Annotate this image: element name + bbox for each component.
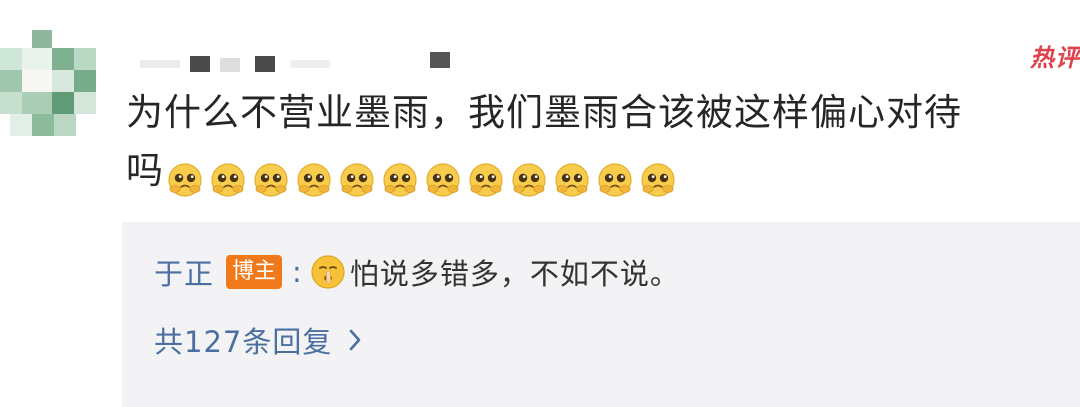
pleading-face-icon — [424, 161, 462, 199]
pleading-face-icon — [381, 161, 419, 199]
pleading-face-icon — [467, 161, 505, 199]
pleading-face-icon — [166, 161, 204, 199]
comment-text-line: 为什么不营业墨雨，我们墨雨合该被这样偏心对待 — [126, 91, 962, 134]
blogger-badge: 博主 — [226, 255, 283, 289]
chevron-right-icon — [348, 328, 362, 352]
reply-row: 于正 博主 : 怕说多错多，不如不说。 — [154, 252, 680, 292]
comment-text-tail: 吗 — [126, 149, 164, 192]
pleading-face-icon — [596, 161, 634, 199]
view-replies-link[interactable]: 共127条回复 — [154, 320, 362, 360]
reply-author[interactable]: 于正 — [154, 251, 214, 293]
pleading-face-icon — [510, 161, 548, 199]
username-mosaic — [120, 52, 460, 74]
pleading-face-icon — [252, 161, 290, 199]
avatar[interactable] — [0, 30, 100, 142]
reply-panel: 于正 博主 : 怕说多错多，不如不说。 共127条回复 — [122, 222, 1080, 407]
reply-colon: : — [292, 255, 302, 289]
hot-comment-label: 热评 — [1030, 44, 1080, 72]
pleading-face-icon — [338, 161, 376, 199]
pleading-face-icon — [209, 161, 247, 199]
pleading-face-icon — [295, 161, 333, 199]
pleading-face-icon — [639, 161, 677, 199]
reply-text: 怕说多错多，不如不说。 — [349, 257, 680, 291]
emoji-row — [166, 149, 682, 207]
view-replies-label: 共127条回复 — [154, 325, 333, 359]
comment-text: 为什么不营业墨雨，我们墨雨合该被这样偏心对待 吗 — [126, 84, 1066, 207]
shush-face-icon — [310, 254, 346, 290]
pleading-face-icon — [553, 161, 591, 199]
